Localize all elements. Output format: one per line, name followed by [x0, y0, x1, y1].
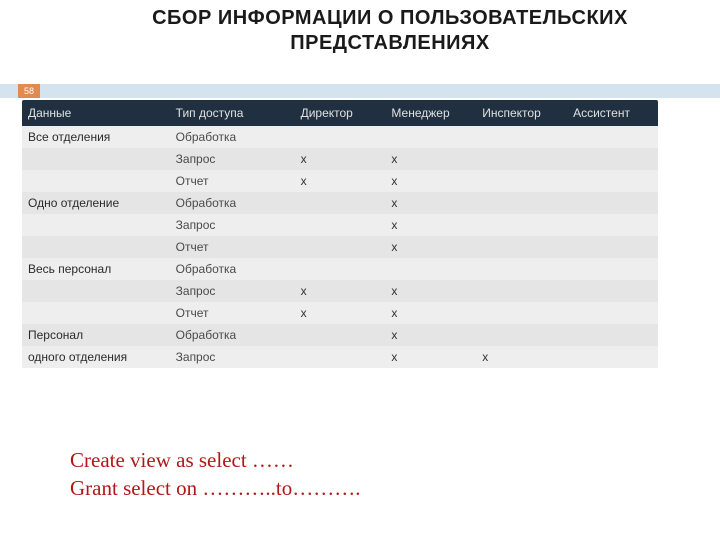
table-row: Все отделенияОбработка	[22, 126, 658, 148]
header-role-director: Директор	[295, 100, 386, 126]
cell-data	[22, 148, 170, 170]
cell-manager	[385, 258, 476, 280]
cell-type: Отчет	[170, 236, 295, 258]
cell-data: одного отделения	[22, 346, 170, 368]
cell-director	[295, 346, 386, 368]
cell-type: Запрос	[170, 346, 295, 368]
cell-manager: x	[385, 170, 476, 192]
cell-assistant	[567, 192, 658, 214]
cell-data	[22, 280, 170, 302]
cell-inspector	[476, 126, 567, 148]
footer-line-create: Create view as select ……	[70, 446, 360, 474]
cell-inspector	[476, 192, 567, 214]
cell-director	[295, 236, 386, 258]
cell-inspector	[476, 302, 567, 324]
cell-manager	[385, 126, 476, 148]
cell-assistant	[567, 346, 658, 368]
cell-manager: x	[385, 192, 476, 214]
cell-data: Весь персонал	[22, 258, 170, 280]
cell-data: Одно отделение	[22, 192, 170, 214]
cell-assistant	[567, 324, 658, 346]
cell-director	[295, 126, 386, 148]
cell-type: Обработка	[170, 126, 295, 148]
cell-assistant	[567, 236, 658, 258]
cell-inspector	[476, 280, 567, 302]
cell-director	[295, 214, 386, 236]
cell-inspector	[476, 148, 567, 170]
cell-assistant	[567, 302, 658, 324]
cell-inspector	[476, 236, 567, 258]
cell-assistant	[567, 148, 658, 170]
header-role-manager: Менеджер	[385, 100, 476, 126]
cell-data	[22, 302, 170, 324]
cell-type: Обработка	[170, 192, 295, 214]
cell-manager: x	[385, 302, 476, 324]
cell-data	[22, 170, 170, 192]
table-row: Весь персоналОбработка	[22, 258, 658, 280]
header-role-inspector: Инспектор	[476, 100, 567, 126]
cell-type: Запрос	[170, 214, 295, 236]
table-row: Одно отделениеОбработка x	[22, 192, 658, 214]
cell-data	[22, 214, 170, 236]
cell-type: Отчет	[170, 302, 295, 324]
footer-line-grant: Grant select on ………..to……….	[70, 474, 360, 502]
table-row: ПерсоналОбработка x	[22, 324, 658, 346]
cell-assistant	[567, 170, 658, 192]
page-number-badge: 58	[18, 84, 40, 98]
page-number-bar	[0, 84, 720, 98]
cell-assistant	[567, 126, 658, 148]
cell-manager: x	[385, 236, 476, 258]
cell-manager: x	[385, 280, 476, 302]
cell-director: x	[295, 148, 386, 170]
cell-assistant	[567, 280, 658, 302]
table-row: Отчетxx	[22, 302, 658, 324]
cell-data	[22, 236, 170, 258]
header-type: Тип доступа	[170, 100, 295, 126]
table-row: Запросxx	[22, 280, 658, 302]
table-row: Запросxx	[22, 148, 658, 170]
cell-manager: x	[385, 346, 476, 368]
cell-director: x	[295, 280, 386, 302]
table-row: Запрос x	[22, 214, 658, 236]
table-row: одного отделенияЗапрос xx	[22, 346, 658, 368]
cell-type: Обработка	[170, 258, 295, 280]
cell-inspector	[476, 214, 567, 236]
cell-director	[295, 324, 386, 346]
access-table: Данные Тип доступа Директор Менеджер Инс…	[22, 100, 658, 368]
table-row: Отчет x	[22, 236, 658, 258]
cell-manager: x	[385, 214, 476, 236]
cell-type: Запрос	[170, 280, 295, 302]
cell-type: Отчет	[170, 170, 295, 192]
cell-inspector	[476, 258, 567, 280]
cell-director	[295, 192, 386, 214]
cell-data: Все отделения	[22, 126, 170, 148]
cell-inspector	[476, 170, 567, 192]
header-data: Данные	[22, 100, 170, 126]
cell-director: x	[295, 170, 386, 192]
cell-assistant	[567, 258, 658, 280]
cell-manager: x	[385, 148, 476, 170]
cell-type: Обработка	[170, 324, 295, 346]
table-row: Отчетxx	[22, 170, 658, 192]
cell-data: Персонал	[22, 324, 170, 346]
header-role-assistant: Ассистент	[567, 100, 658, 126]
cell-assistant	[567, 214, 658, 236]
footer-code-block: Create view as select …… Grant select on…	[70, 446, 360, 503]
table-header-row: Данные Тип доступа Директор Менеджер Инс…	[22, 100, 658, 126]
cell-inspector: x	[476, 346, 567, 368]
cell-type: Запрос	[170, 148, 295, 170]
slide-title: СБОР ИНФОРМАЦИИ О ПОЛЬЗОВАТЕЛЬСКИХ ПРЕДС…	[120, 6, 660, 56]
cell-manager: x	[385, 324, 476, 346]
cell-director: x	[295, 302, 386, 324]
cell-director	[295, 258, 386, 280]
cell-inspector	[476, 324, 567, 346]
